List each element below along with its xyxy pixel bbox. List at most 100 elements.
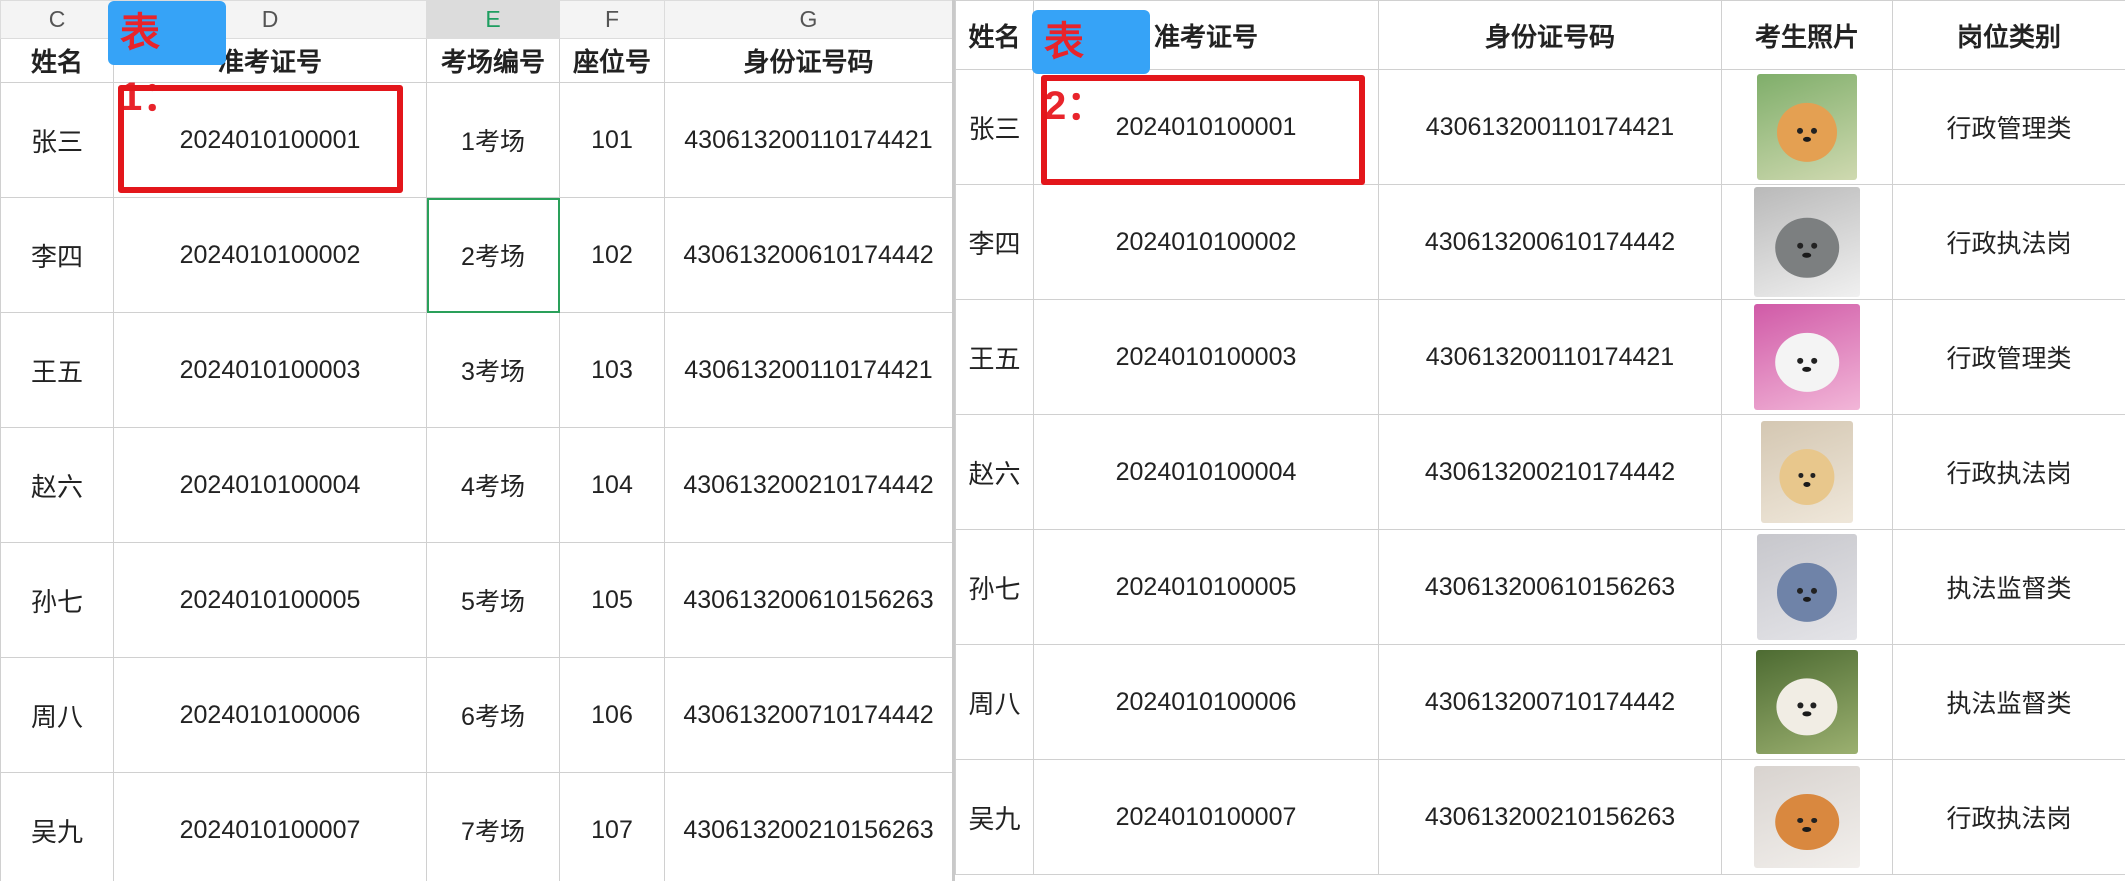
table-cell[interactable]: 张三 (955, 69, 1034, 185)
table-cell[interactable]: 430613200610156263 (664, 542, 952, 658)
column-header[interactable]: 姓名 (955, 0, 1034, 70)
table-cell[interactable]: 102 (559, 197, 665, 313)
table-cell[interactable]: 4考场 (426, 427, 560, 543)
table-cell[interactable]: 5考场 (426, 542, 560, 658)
table-row: 赵六 2024010100004 4考场 104 430613200210174442 (0, 427, 952, 543)
table-cell[interactable]: 孙七 (955, 529, 1034, 645)
table-cell[interactable]: 2024010100006 (1033, 644, 1379, 760)
table-cell[interactable]: 3考场 (426, 312, 560, 428)
table-cell[interactable]: 赵六 (0, 427, 114, 543)
photo-nose (1802, 596, 1812, 603)
photo-cell[interactable] (1721, 69, 1893, 185)
column-letter[interactable]: G (664, 0, 952, 39)
table-cell[interactable]: 李四 (955, 184, 1034, 300)
table-cell[interactable]: 2024010100005 (113, 542, 427, 658)
table-cell[interactable]: 张三 (0, 82, 114, 198)
column-header[interactable]: 考生照片 (1721, 0, 1893, 70)
photo-cell[interactable] (1721, 644, 1893, 760)
table-row: 吴九 2024010100007 7考场 107 430613200210156263 (0, 772, 952, 881)
table-cell[interactable]: 2024010100003 (113, 312, 427, 428)
table-cell[interactable]: 孙七 (0, 542, 114, 658)
table-1-highlight-box (118, 85, 403, 193)
table-cell[interactable]: 430613200210174442 (1378, 414, 1722, 530)
photo-nose (1803, 481, 1811, 487)
table-cell[interactable]: 周八 (955, 644, 1034, 760)
table-row: 王五 2024010100003 3考场 103 430613200110174421 (0, 312, 952, 428)
table-cell[interactable]: 2024010100007 (1033, 759, 1379, 875)
table-cell[interactable]: 赵六 (955, 414, 1034, 530)
table-cell[interactable]: 李四 (0, 197, 114, 313)
table-cell[interactable]: 430613200110174421 (664, 312, 952, 428)
photo-cell[interactable] (1721, 759, 1893, 875)
table-cell[interactable]: 430613200610174442 (1378, 184, 1722, 300)
table-row: 王五 2024010100003 430613200110174421 行政管理类 (955, 299, 2125, 415)
table-cell[interactable]: 101 (559, 82, 665, 198)
table-cell[interactable]: 7考场 (426, 772, 560, 881)
column-header[interactable]: 考场编号 (426, 38, 560, 83)
table-cell[interactable]: 2024010100006 (113, 657, 427, 773)
column-letter[interactable]: C (0, 0, 114, 39)
photo-cell[interactable] (1721, 414, 1893, 530)
table-cell[interactable]: 105 (559, 542, 665, 658)
photo-eye (1797, 127, 1804, 134)
photo-cell[interactable] (1721, 184, 1893, 300)
photo-eye (1810, 357, 1818, 364)
table-cell[interactable]: 430613200210174442 (664, 427, 952, 543)
table-cell[interactable]: 430613200610156263 (1378, 529, 1722, 645)
column-header[interactable]: 身份证号码 (1378, 0, 1722, 70)
table-cell[interactable]: 2024010100004 (113, 427, 427, 543)
column-letter[interactable]: F (559, 0, 665, 39)
table-cell[interactable]: 6考场 (426, 657, 560, 773)
photo-face (1775, 333, 1839, 392)
table-cell[interactable]: 430613200210156263 (664, 772, 952, 881)
table-cell[interactable]: 2024010100003 (1033, 299, 1379, 415)
table-cell[interactable]: 2024010100002 (1033, 184, 1379, 300)
table-cell[interactable]: 执法监督类 (1892, 529, 2125, 645)
table-2-badge: 表2： (1032, 10, 1150, 128)
photo-eye (1796, 242, 1804, 249)
table-cell[interactable]: 430613200710174442 (664, 657, 952, 773)
table-cell[interactable]: 103 (559, 312, 665, 428)
table-cell[interactable]: 430613200110174421 (664, 82, 952, 198)
table-2-highlight-box (1041, 75, 1365, 185)
table-cell[interactable]: 430613200610174442 (664, 197, 952, 313)
table-cell[interactable]: 107 (559, 772, 665, 881)
column-header[interactable]: 身份证号码 (664, 38, 952, 83)
photo-eye (1797, 587, 1804, 594)
photo-cell[interactable] (1721, 299, 1893, 415)
column-header[interactable]: 姓名 (0, 38, 114, 83)
photo-cell[interactable] (1721, 529, 1893, 645)
table-cell[interactable]: 王五 (955, 299, 1034, 415)
table-cell[interactable]: 104 (559, 427, 665, 543)
table-cell[interactable]: 2考场 (426, 197, 560, 313)
table-cell[interactable]: 行政管理类 (1892, 299, 2125, 415)
table-cell[interactable]: 王五 (0, 312, 114, 428)
photo-eye (1798, 472, 1804, 479)
table-cell[interactable]: 行政管理类 (1892, 69, 2125, 185)
table-cell[interactable]: 周八 (0, 657, 114, 773)
column-header[interactable]: 座位号 (559, 38, 665, 83)
table-cell[interactable]: 430613200110174421 (1378, 299, 1722, 415)
table-cell[interactable]: 行政执法岗 (1892, 184, 2125, 300)
table-cell[interactable]: 行政执法岗 (1892, 414, 2125, 530)
column-letter[interactable]: E (426, 0, 560, 39)
table-cell[interactable]: 2024010100007 (113, 772, 427, 881)
table-cell[interactable]: 430613200710174442 (1378, 644, 1722, 760)
table-cell[interactable]: 430613200110174421 (1378, 69, 1722, 185)
table-cell[interactable]: 吴九 (0, 772, 114, 881)
husky-dog-photo (1754, 304, 1860, 410)
column-header[interactable]: 岗位类别 (1892, 0, 2125, 70)
table-cell[interactable]: 行政执法岗 (1892, 759, 2125, 875)
table-cell[interactable]: 执法监督类 (1892, 644, 2125, 760)
photo-face (1775, 794, 1839, 851)
photo-nose (1802, 136, 1812, 143)
photo-eye (1810, 817, 1818, 824)
table-cell[interactable]: 2024010100002 (113, 197, 427, 313)
table-cell[interactable]: 106 (559, 657, 665, 773)
table-cell[interactable]: 2024010100004 (1033, 414, 1379, 530)
photo-face (1777, 563, 1837, 622)
table-cell[interactable]: 2024010100005 (1033, 529, 1379, 645)
table-cell[interactable]: 1考场 (426, 82, 560, 198)
table-cell[interactable]: 430613200210156263 (1378, 759, 1722, 875)
table-cell[interactable]: 吴九 (955, 759, 1034, 875)
